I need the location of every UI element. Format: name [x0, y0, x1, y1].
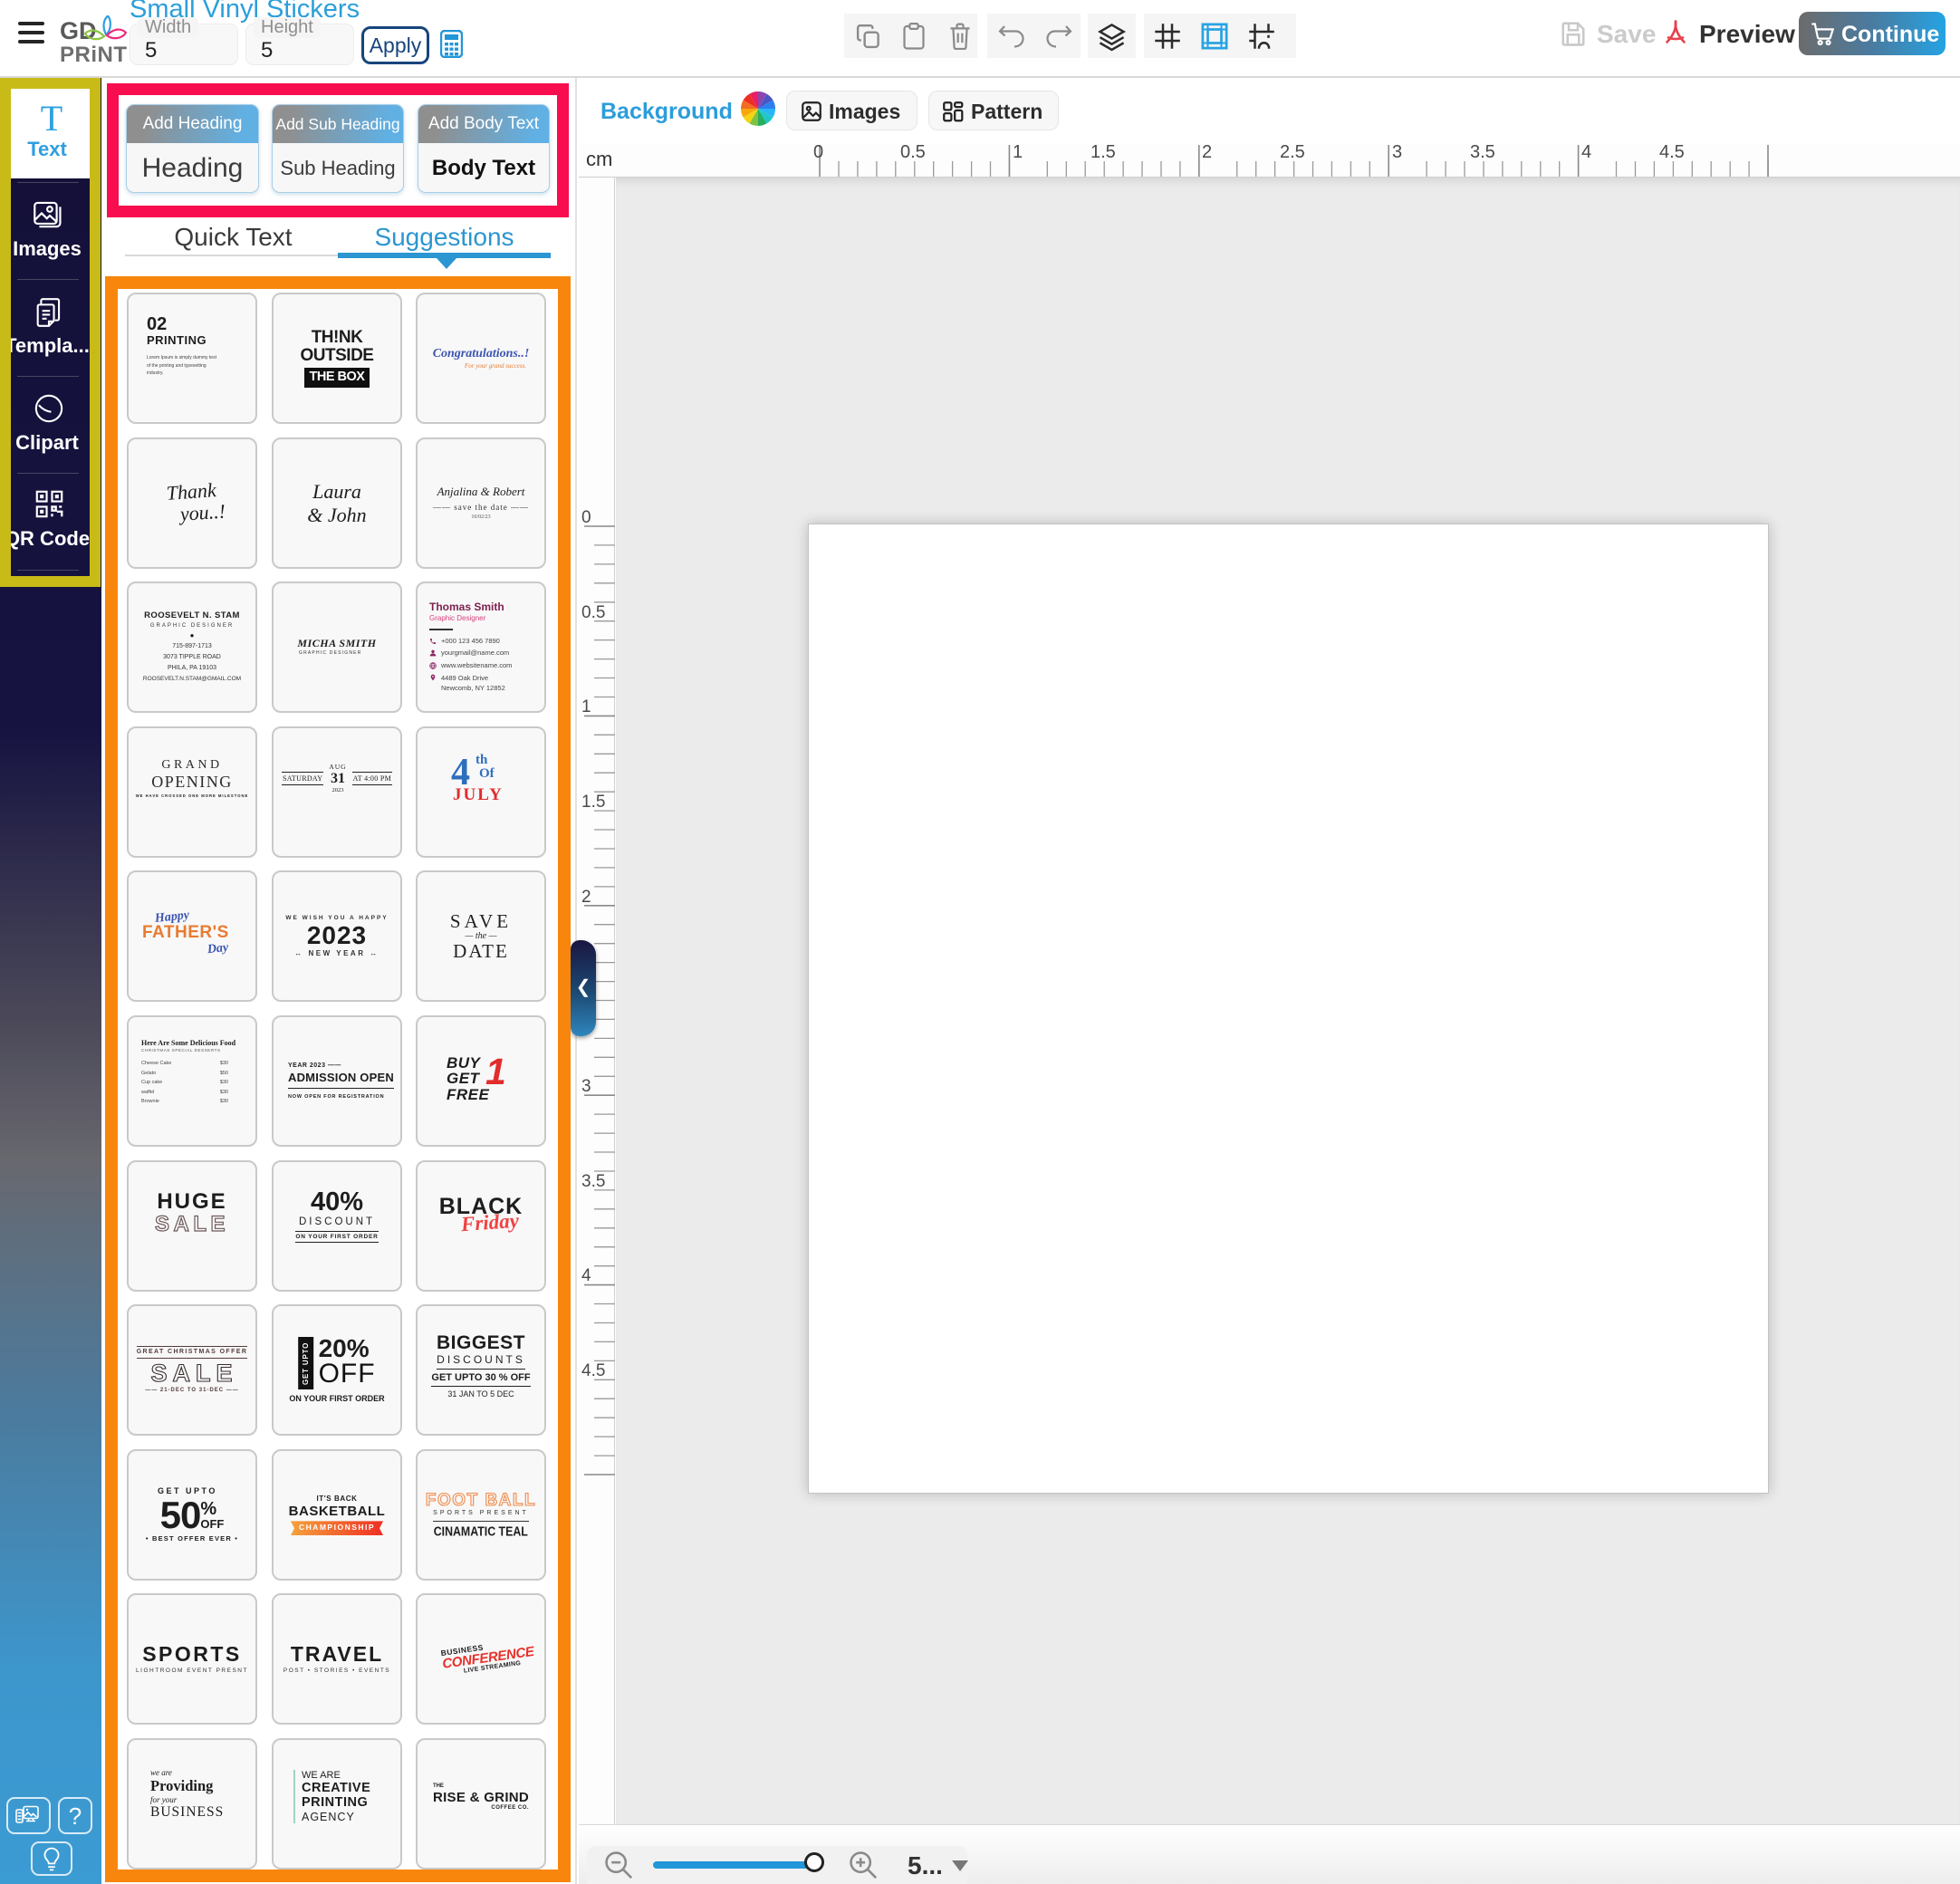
svg-text:0: 0 — [813, 143, 823, 162]
svg-text:0.5: 0.5 — [900, 143, 926, 162]
svg-text:2: 2 — [1202, 143, 1212, 162]
svg-text:1: 1 — [1013, 143, 1023, 162]
svg-text:3: 3 — [1392, 143, 1402, 162]
svg-text:4: 4 — [1581, 143, 1591, 162]
svg-text:2: 2 — [581, 888, 591, 907]
svg-text:0.5: 0.5 — [581, 603, 605, 622]
svg-text:0: 0 — [581, 508, 591, 527]
svg-text:4.5: 4.5 — [581, 1361, 605, 1380]
svg-text:3.5: 3.5 — [1470, 143, 1495, 162]
svg-text:4.5: 4.5 — [1659, 143, 1685, 162]
svg-text:3.5: 3.5 — [581, 1172, 605, 1191]
svg-text:PRiNT: PRiNT — [60, 43, 127, 66]
svg-text:1.5: 1.5 — [1090, 143, 1116, 162]
svg-text:3: 3 — [581, 1077, 591, 1096]
svg-text:4: 4 — [581, 1266, 591, 1285]
svg-text:2.5: 2.5 — [1280, 143, 1305, 162]
svg-text:1: 1 — [581, 697, 591, 716]
svg-text:1.5: 1.5 — [581, 793, 605, 812]
